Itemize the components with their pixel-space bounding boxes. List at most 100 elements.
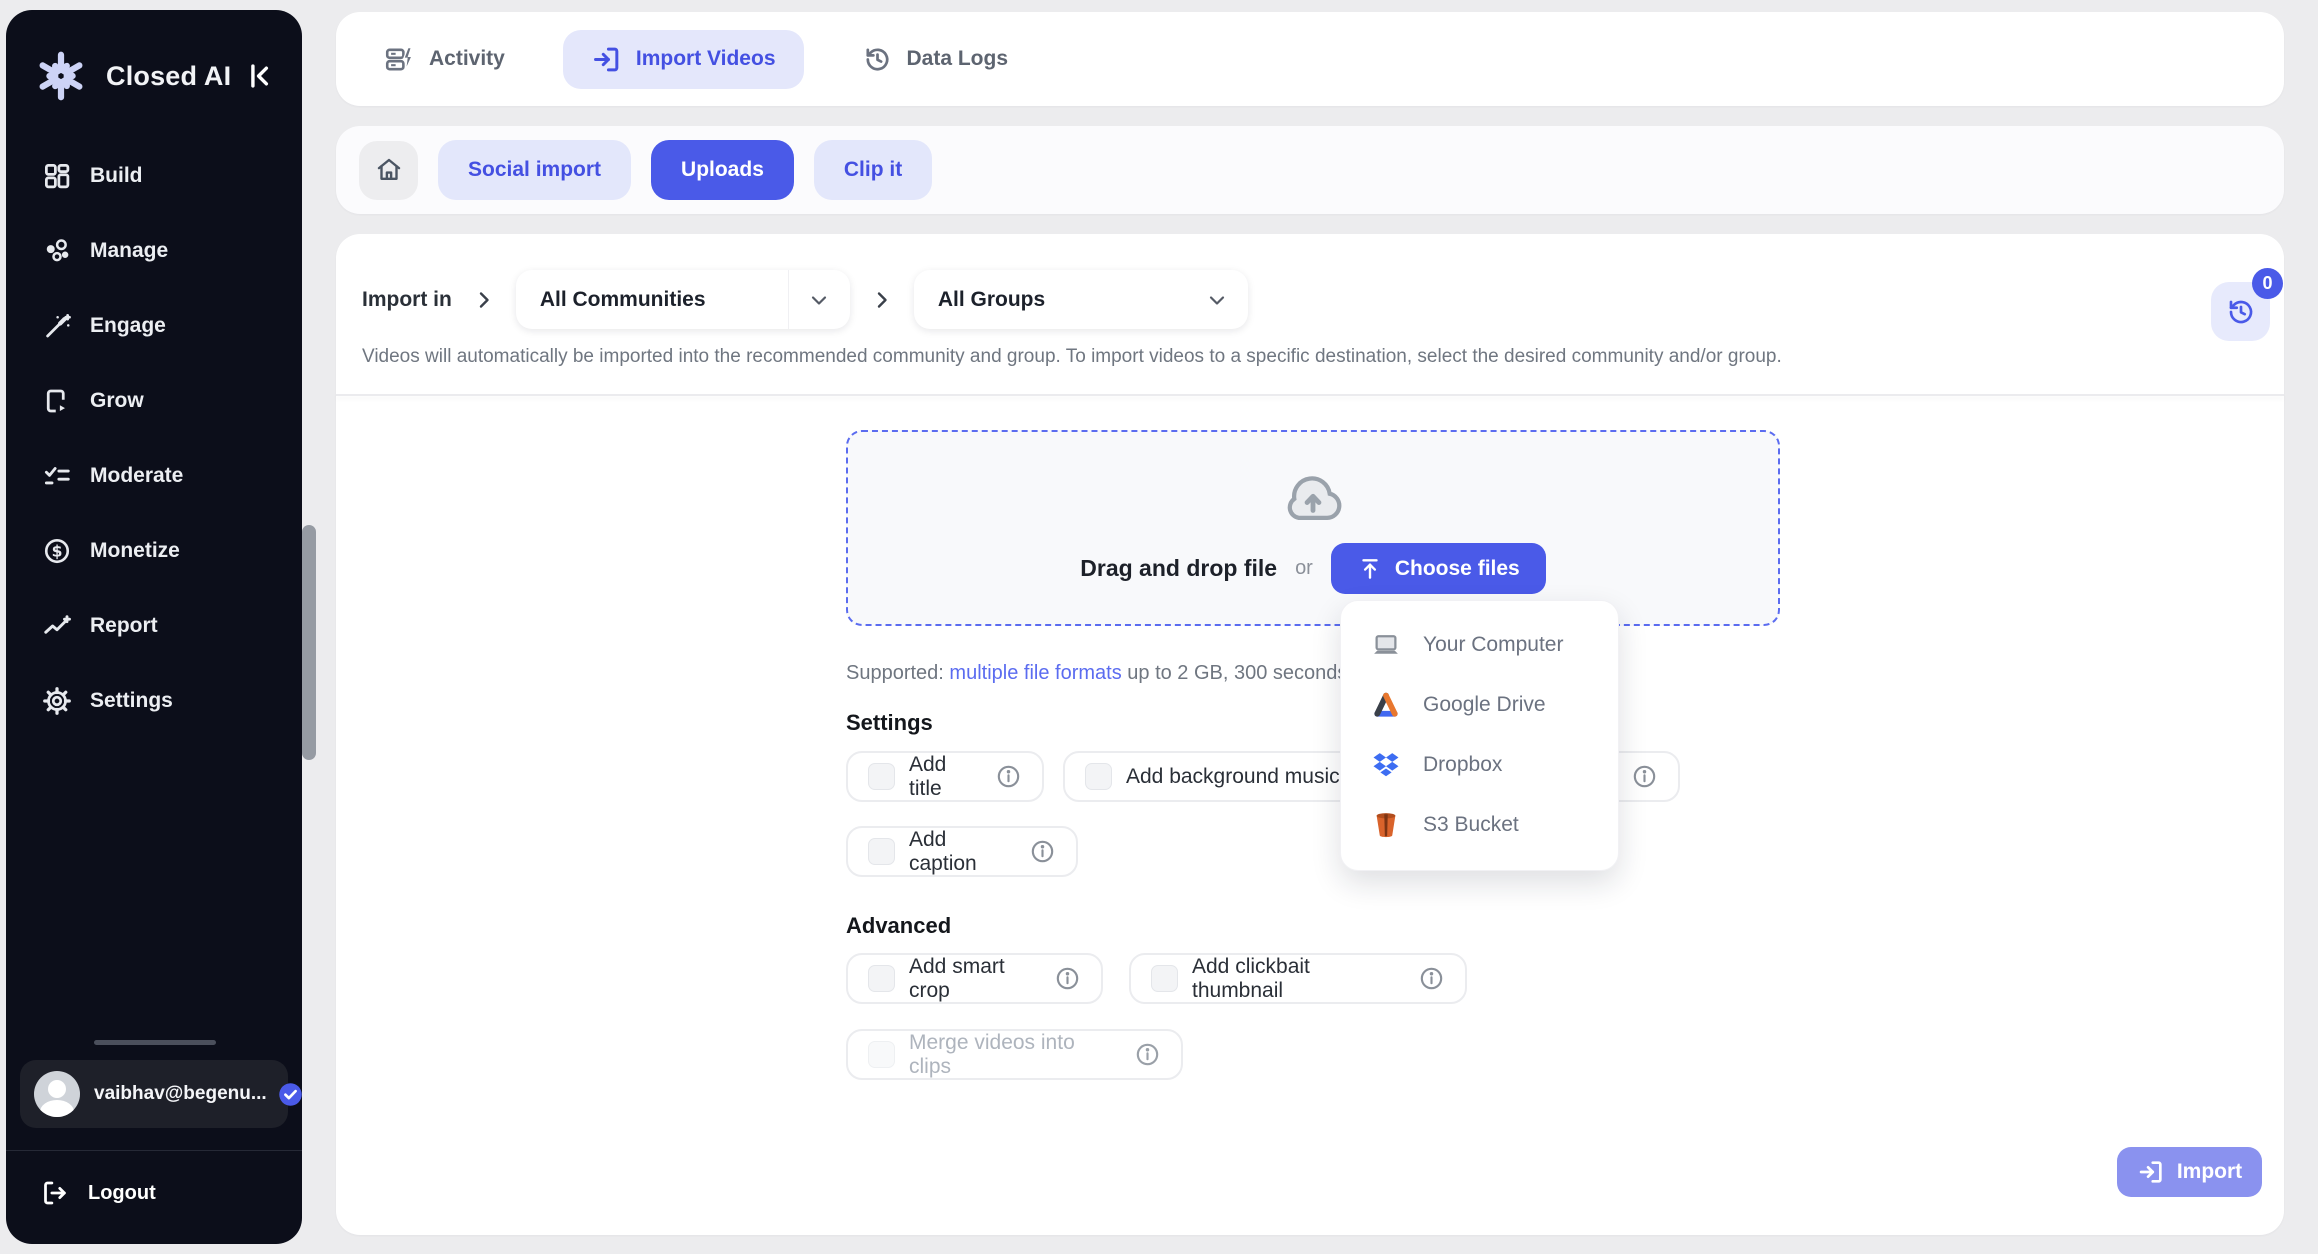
sidebar-item-build[interactable]: Build <box>6 138 302 213</box>
history-icon <box>862 44 893 75</box>
chevron-left-bar-icon <box>243 59 277 93</box>
sidebar-item-grow[interactable]: Grow <box>6 363 302 438</box>
option-label: Add clickbait thumbnail <box>1192 955 1404 1003</box>
menu-item-label: Dropbox <box>1423 753 1502 777</box>
option-add-clickbait-thumbnail[interactable]: Add clickbait thumbnail <box>1129 953 1467 1004</box>
community-select[interactable]: All Communities <box>516 270 850 329</box>
app-root: Closed AI Build <box>0 0 2318 1254</box>
checkbox[interactable] <box>1151 965 1178 992</box>
import-button[interactable]: Import <box>2117 1147 2262 1197</box>
history-count-badge: 0 <box>2252 268 2283 299</box>
settings-heading: Settings <box>846 710 933 736</box>
tab-activity[interactable]: Activity <box>384 44 505 75</box>
wand-icon <box>40 309 74 343</box>
option-add-smart-crop[interactable]: Add smart crop <box>846 953 1103 1004</box>
checklist-icon <box>40 459 74 493</box>
sidebar-resize-handle[interactable] <box>94 1040 216 1045</box>
checkbox[interactable] <box>868 838 895 865</box>
history-icon <box>2225 296 2257 328</box>
sidebar-item-label: Grow <box>90 389 144 413</box>
svg-text:$: $ <box>52 542 63 560</box>
tab-bar: Activity Import Videos Data Logs <box>336 12 2284 106</box>
tab-import-videos[interactable]: Import Videos <box>563 30 804 89</box>
chevron-right-icon <box>472 288 496 312</box>
option-label: Add background music <box>1126 765 1340 789</box>
dollar-coin-icon: $ <box>40 534 74 568</box>
choose-files-label: Choose files <box>1395 557 1520 581</box>
logout-icon <box>40 1178 70 1208</box>
pill-social-import[interactable]: Social import <box>438 140 631 200</box>
info-icon <box>995 763 1022 790</box>
sidebar-divider <box>6 1150 302 1151</box>
collapse-sidebar-button[interactable] <box>238 54 282 98</box>
nodes-icon <box>40 234 74 268</box>
menu-item-s3-bucket[interactable]: S3 Bucket <box>1341 795 1618 855</box>
grid-icon <box>40 159 74 193</box>
dropzone-action-row: Drag and drop file or Choose files <box>848 543 1778 594</box>
option-label: Add caption <box>909 828 1015 876</box>
user-email: vaibhav@begenu... <box>94 1083 267 1105</box>
checkbox[interactable] <box>1085 763 1112 790</box>
activity-icon <box>384 44 415 75</box>
import-icon <box>2137 1158 2165 1186</box>
file-source-menu: Your Computer Google Drive <box>1340 600 1619 871</box>
import-history-button[interactable]: 0 <box>2211 282 2270 341</box>
sidebar-item-monetize[interactable]: $ Monetize <box>6 513 302 588</box>
menu-item-dropbox[interactable]: Dropbox <box>1341 735 1618 795</box>
checkbox[interactable] <box>868 965 895 992</box>
sidebar-item-moderate[interactable]: Moderate <box>6 438 302 513</box>
option-label: Merge videos into clips <box>909 1031 1120 1079</box>
sidebar-scrollbar[interactable] <box>302 525 316 760</box>
chevron-right-icon <box>870 288 894 312</box>
pill-uploads[interactable]: Uploads <box>651 140 794 200</box>
option-add-caption[interactable]: Add caption <box>846 826 1078 877</box>
user-card[interactable]: vaibhav@begenu... <box>20 1060 288 1128</box>
menu-item-google-drive[interactable]: Google Drive <box>1341 675 1618 735</box>
tab-label: Activity <box>429 47 505 71</box>
menu-item-label: Your Computer <box>1423 633 1563 657</box>
sidebar-item-manage[interactable]: Manage <box>6 213 302 288</box>
group-select[interactable]: All Groups <box>914 270 1248 329</box>
google-drive-icon <box>1371 690 1401 720</box>
option-label: Add smart crop <box>909 955 1040 1003</box>
option-label: Add title <box>909 753 981 801</box>
home-icon <box>374 155 404 185</box>
community-select-value: All Communities <box>516 288 706 312</box>
file-dropzone[interactable]: Drag and drop file or Choose files <box>846 430 1780 626</box>
sidebar: Closed AI Build <box>6 10 302 1244</box>
brand-name: Closed AI <box>106 61 231 92</box>
group-select-value: All Groups <box>914 288 1045 312</box>
drag-drop-text: Drag and drop file <box>1080 555 1277 582</box>
or-text: or <box>1295 557 1313 580</box>
logout-button[interactable]: Logout <box>40 1178 156 1208</box>
pill-label: Uploads <box>681 158 764 182</box>
sidebar-item-engage[interactable]: Engage <box>6 288 302 363</box>
tab-data-logs[interactable]: Data Logs <box>862 44 1009 75</box>
cloud-upload-icon <box>1279 472 1347 524</box>
menu-item-label: S3 Bucket <box>1423 813 1519 837</box>
chevron-down-icon <box>788 270 850 329</box>
import-destination-header: Import in All Communities All Groups <box>362 270 1248 329</box>
info-icon <box>1029 838 1056 865</box>
import-icon <box>591 44 622 75</box>
pill-clip-it[interactable]: Clip it <box>814 140 932 200</box>
sidebar-item-settings[interactable]: Settings <box>6 663 302 738</box>
import-in-label: Import in <box>362 288 452 312</box>
sidebar-header: Closed AI <box>32 44 282 108</box>
main-card: Import in All Communities All Groups <box>336 234 2284 1235</box>
choose-files-button[interactable]: Choose files <box>1331 543 1546 594</box>
laptop-icon <box>1371 630 1401 660</box>
supported-formats-link[interactable]: multiple file formats <box>949 662 1121 684</box>
supported-formats-text: Supported: multiple file formats up to 2… <box>846 662 1391 685</box>
checkbox[interactable] <box>868 763 895 790</box>
gear-icon <box>40 684 74 718</box>
checkbox[interactable] <box>868 1041 895 1068</box>
option-merge-videos-into-clips[interactable]: Merge videos into clips <box>846 1029 1183 1080</box>
sidebar-item-label: Build <box>90 164 143 188</box>
sidebar-item-report[interactable]: Report <box>6 588 302 663</box>
sidebar-item-label: Monetize <box>90 539 180 563</box>
menu-item-your-computer[interactable]: Your Computer <box>1341 615 1618 675</box>
home-button[interactable] <box>359 141 418 200</box>
dropbox-icon <box>1371 750 1401 780</box>
option-add-title[interactable]: Add title <box>846 751 1044 802</box>
